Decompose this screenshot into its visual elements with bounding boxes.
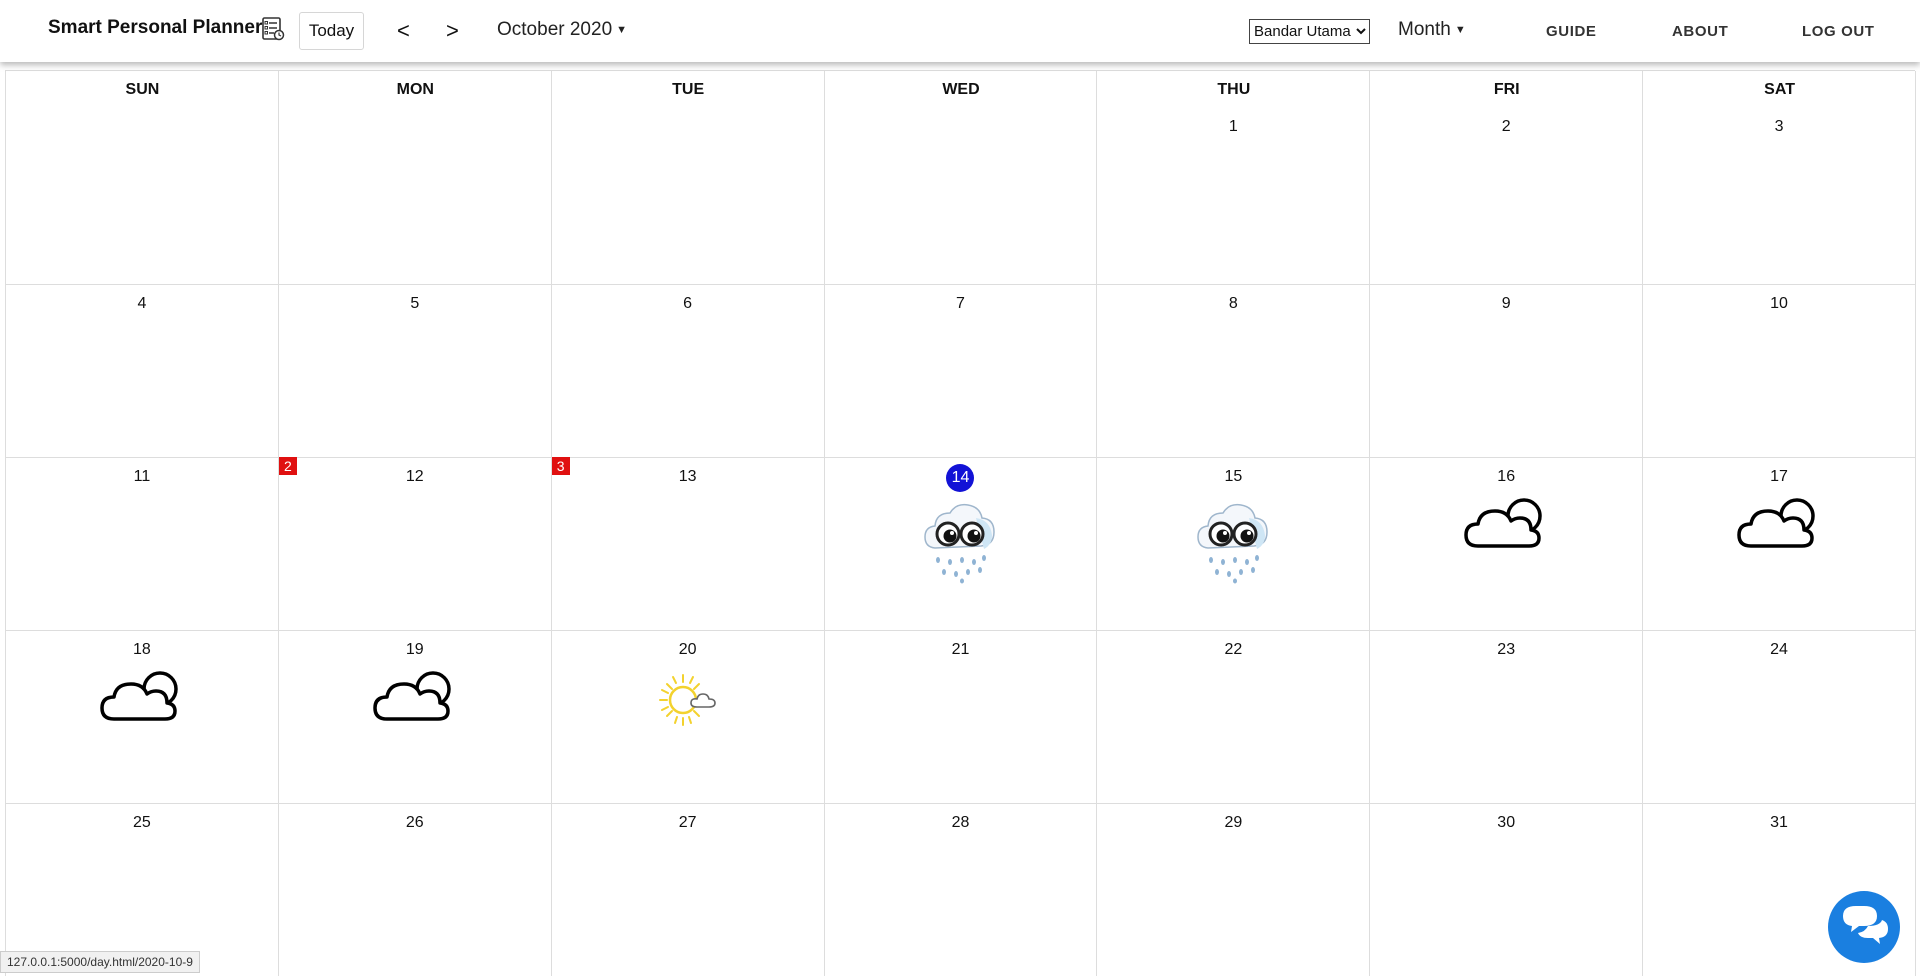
day-number: 16 [1497,468,1516,485]
empty-day-cell [278,71,552,285]
day-cell-4[interactable]: 4 [6,285,279,458]
day-number: 31 [1770,814,1788,831]
app-title[interactable]: Smart Personal Planner [48,17,262,39]
rain-cloud-icon [921,500,999,589]
day-cell-11[interactable]: 11 [6,458,279,631]
chevron-down-icon: ▼ [1454,24,1466,36]
day-number: 19 [405,641,424,658]
logout-link[interactable]: LOG OUT [1802,23,1875,40]
day-number: 30 [1497,814,1516,831]
day-number: 26 [405,814,424,831]
today-button[interactable]: Today [299,12,364,50]
day-cell-12[interactable]: 12 2 [278,457,552,631]
day-number: 4 [137,295,147,312]
day-number: 14 [825,464,1097,492]
day-number: 17 [1770,468,1788,485]
about-link[interactable]: ABOUT [1672,23,1728,40]
day-cell-14[interactable]: 14 [824,458,1098,631]
day-cell-6[interactable]: 6 [551,285,825,458]
partly-cloudy-icon [1464,494,1548,557]
day-number: 11 [133,468,151,485]
day-cell-29[interactable]: 29 [1097,804,1371,976]
day-number: 6 [683,295,693,312]
day-number: 1 [1228,118,1238,135]
day-cell-17[interactable]: 17 [1643,458,1916,631]
chevron-down-icon: ▼ [616,24,628,36]
location-select[interactable]: Bandar Utama [1249,19,1370,44]
day-cell-22[interactable]: 22 [1097,631,1371,804]
chat-bubbles-icon [1843,906,1888,944]
partly-cloudy-icon [1737,494,1821,557]
day-cell-27[interactable]: 27 [552,804,825,976]
day-number: 5 [410,295,420,312]
today-highlight: 14 [946,464,975,492]
day-cell-23[interactable]: 23 [1370,631,1644,804]
status-bar-url: 127.0.0.1:5000/day.html/2020-10-9 [0,951,200,973]
sunny-cloud-icon [658,673,717,732]
partly-cloudy-icon [100,667,184,730]
day-cell-26[interactable]: 26 [279,804,552,976]
day-cell-2[interactable]: 2 [1370,71,1644,285]
day-number: 24 [1770,641,1788,658]
day-number: 9 [1501,295,1511,312]
day-number: 13 [678,468,697,485]
prev-month-button[interactable]: < [397,18,410,44]
month-calendar-grid: SUN MON TUE WED THU FRI SAT 1 2 3 4 5 6 7 8 9 10 11 12 2 13 3… [5,70,1916,976]
empty-day-cell [6,71,279,285]
view-label-text: Month [1398,19,1451,40]
next-month-button[interactable]: > [446,18,459,44]
month-label-text: October 2020 [497,19,613,40]
top-navbar: Smart Personal Planner Today < > October… [0,0,1920,62]
planner-checklist-icon[interactable] [260,16,285,41]
day-cell-7[interactable]: 7 [824,285,1098,458]
chat-button[interactable] [1828,891,1900,963]
day-cell-8[interactable]: 8 [1097,285,1371,458]
day-cell-18[interactable]: 18 [6,631,279,804]
day-cell-24[interactable]: 24 [1643,631,1916,804]
day-number: 29 [1224,814,1243,831]
view-dropdown[interactable]: Month ▼ [1398,19,1466,41]
day-cell-9[interactable]: 9 [1370,285,1644,458]
event-count-badge[interactable]: 3 [551,457,570,475]
day-cell-10[interactable]: 10 [1643,285,1916,458]
event-count-badge[interactable]: 2 [278,457,297,475]
day-number: 23 [1497,641,1516,658]
day-cell-15[interactable]: 15 [1097,458,1371,631]
day-number: 15 [1224,468,1243,485]
day-number: 18 [133,641,151,658]
day-number: 21 [951,641,970,658]
day-number: 25 [133,814,151,831]
day-number: 22 [1224,641,1243,658]
guide-link[interactable]: GUIDE [1546,23,1597,40]
day-number: 27 [678,814,697,831]
day-cell-3[interactable]: 3 [1643,71,1916,285]
day-number: 10 [1770,295,1788,312]
day-number: 20 [678,641,697,658]
day-number: 7 [956,295,965,312]
partly-cloudy-icon [373,667,457,730]
day-cell-30[interactable]: 30 [1370,804,1644,976]
day-cell-16[interactable]: 16 [1370,458,1644,631]
day-number: 8 [1228,295,1238,312]
day-cell-21[interactable]: 21 [824,631,1098,804]
month-dropdown[interactable]: October 2020 ▼ [497,19,627,41]
day-cell-28[interactable]: 28 [825,804,1098,976]
day-cell-1[interactable]: 1 [1097,71,1371,285]
day-number: 3 [1774,118,1784,135]
day-cell-19[interactable]: 19 [278,631,552,804]
empty-day-cell [551,71,825,285]
rain-cloud-icon [1194,500,1272,589]
day-number: 2 [1501,118,1511,135]
empty-day-cell [824,71,1098,285]
day-cell-13[interactable]: 13 3 [551,457,825,631]
day-cell-20[interactable]: 20 [551,631,825,804]
day-number: 12 [405,468,424,485]
day-number: 28 [951,814,970,831]
day-cell-5[interactable]: 5 [278,285,552,458]
